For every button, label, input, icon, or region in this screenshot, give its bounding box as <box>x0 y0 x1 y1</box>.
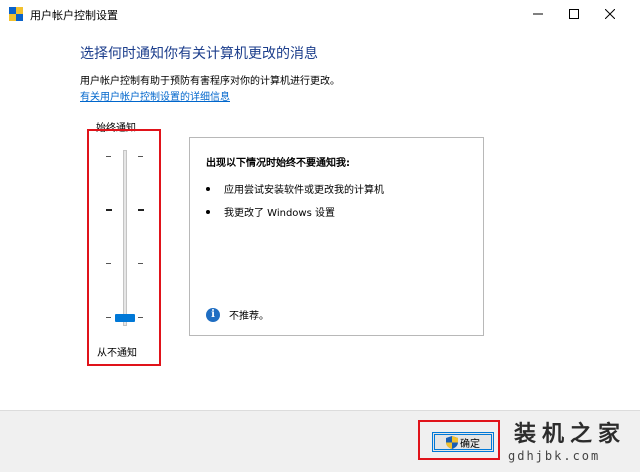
ok-highlight-box <box>418 420 500 460</box>
bullet-icon <box>206 209 210 214</box>
bullet-icon <box>206 186 210 191</box>
maximize-button[interactable] <box>556 0 592 28</box>
slider-highlight-box <box>87 129 161 366</box>
close-icon <box>605 9 615 19</box>
minimize-icon <box>533 13 543 15</box>
not-recommended-note: i 不推荐。 <box>206 307 269 322</box>
list-item: 我更改了 Windows 设置 <box>206 204 335 219</box>
info-panel: 出现以下情况时始终不要通知我: 应用尝试安装软件或更改我的计算机 我更改了 Wi… <box>189 137 484 336</box>
maximize-icon <box>569 9 579 19</box>
note-text: 不推荐。 <box>229 311 269 322</box>
description-text: 用户帐户控制有助于预防有害程序对你的计算机进行更改。 <box>80 76 340 87</box>
list-item: 应用尝试安装软件或更改我的计算机 <box>206 181 384 196</box>
page-heading: 选择何时通知你有关计算机更改的消息 <box>80 46 318 62</box>
list-item-text: 我更改了 Windows 设置 <box>224 208 335 219</box>
title-bar: 用户帐户控制设置 <box>0 0 640 28</box>
window-title: 用户帐户控制设置 <box>30 9 118 22</box>
info-icon: i <box>206 307 220 322</box>
watermark-url: gdhjbk.com <box>508 449 601 463</box>
list-item-text: 应用尝试安装软件或更改我的计算机 <box>224 185 384 196</box>
panel-heading: 出现以下情况时始终不要通知我: <box>206 158 350 169</box>
watermark-text: 装机之家 <box>514 421 627 447</box>
close-button[interactable] <box>592 0 628 28</box>
details-link[interactable]: 有关用户帐户控制设置的详细信息 <box>80 88 230 103</box>
uac-shield-icon <box>9 7 23 21</box>
minimize-button[interactable] <box>520 0 556 28</box>
